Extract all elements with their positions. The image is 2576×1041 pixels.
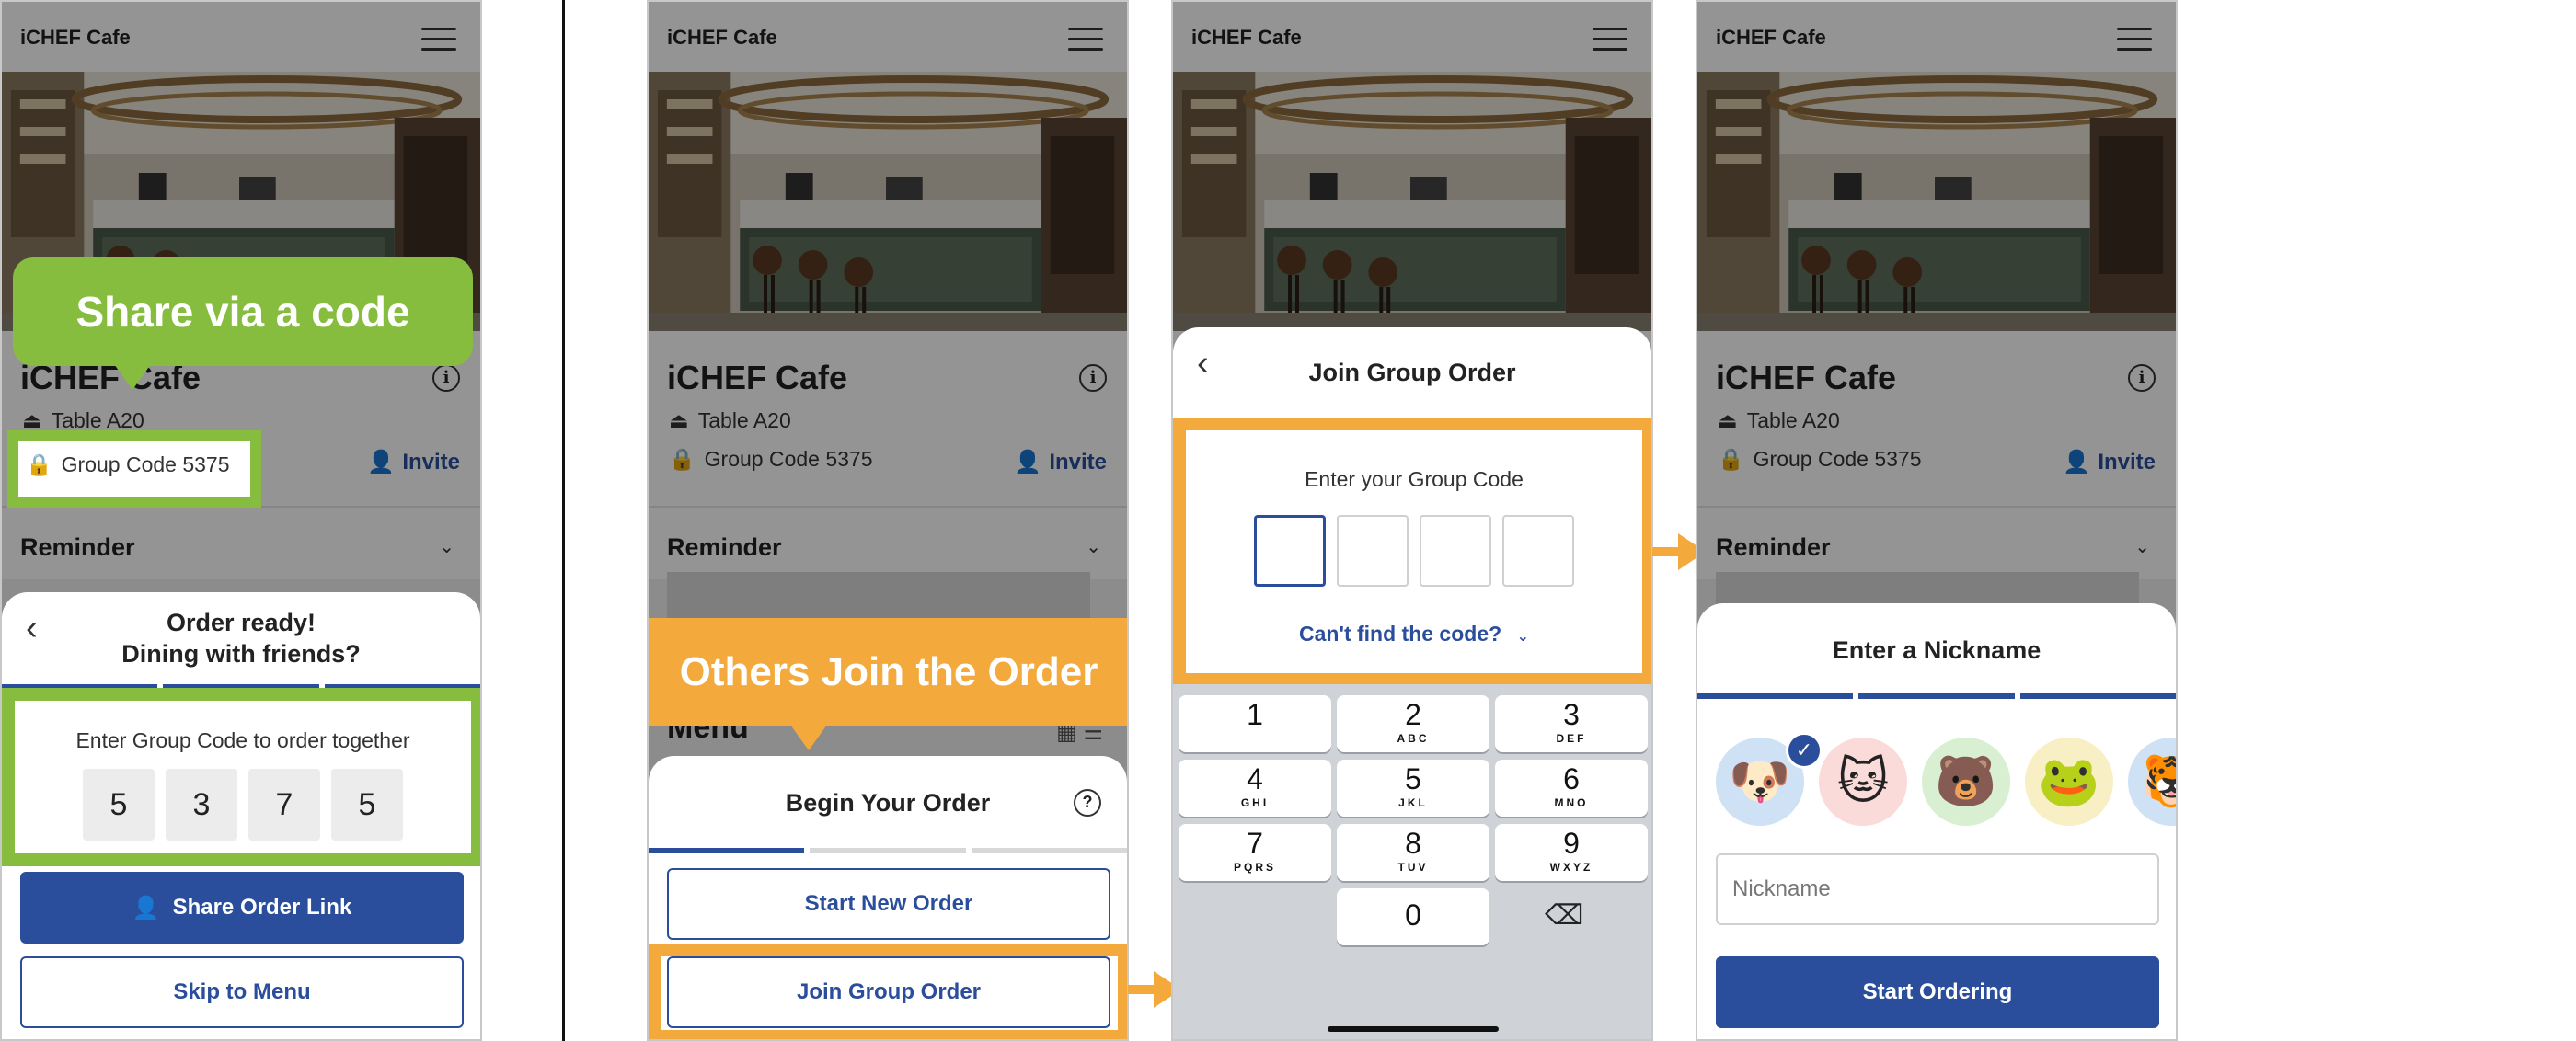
code-entry-highlight: Enter your Group Code Can't find the cod…	[1173, 418, 1651, 686]
screen-share-code: iCHEF Cafe iCHEF Cafe i ⏏ Table A20 👤 In…	[0, 0, 482, 1041]
avatar-frog[interactable]: 🐸	[2025, 738, 2113, 826]
group-code-row: 🔒 Group Code 5375	[26, 452, 230, 477]
key-3[interactable]: 3 DEF	[1495, 695, 1648, 752]
sheet-title-line1: Order ready!	[166, 609, 316, 636]
cant-find-label: Can't find the code?	[1299, 622, 1502, 646]
key-9[interactable]: 9 WXYZ	[1495, 824, 1648, 881]
avatar-bear[interactable]: 🐻	[1922, 738, 2010, 826]
key-8[interactable]: 8 TUV	[1337, 824, 1489, 881]
cant-find-code-link[interactable]: Can't find the code? ⌄	[1186, 622, 1642, 646]
numeric-keypad: 1 2 ABC 3 DEF 4 GHI 5 JKL 6 MNO 7 PQRS 8 TUV 9W…	[1173, 684, 1651, 1039]
add-person-icon: 👤	[132, 895, 160, 921]
key-2[interactable]: 2 ABC	[1337, 695, 1489, 752]
code-prompt: Enter your Group Code	[1305, 467, 1524, 491]
others-join-callout: Others Join the Order	[649, 618, 1127, 726]
code-digit: 5	[331, 769, 403, 841]
key-5[interactable]: 5 JKL	[1337, 760, 1489, 817]
nickname-input[interactable]	[1716, 853, 2159, 925]
lock-icon: 🔒	[26, 452, 52, 476]
start-new-order-button[interactable]: Start New Order	[667, 868, 1110, 940]
step-progress	[1697, 693, 2176, 699]
share-order-link-label: Share Order Link	[172, 895, 352, 920]
callout-tail	[790, 725, 827, 750]
code-input-slot[interactable]	[1502, 515, 1574, 587]
check-icon: ✓	[1786, 732, 1823, 769]
code-digit: 3	[166, 769, 237, 841]
screen-enter-nickname: iCHEF Cafe iCHEF Cafe i ⏏ Table A20 🔒 Gr…	[1696, 0, 2178, 1041]
code-input-slot[interactable]	[1420, 515, 1491, 587]
key-6[interactable]: 6 MNO	[1495, 760, 1648, 817]
avatar-cat[interactable]: 🐱	[1819, 738, 1907, 826]
code-input-slot[interactable]	[1337, 515, 1409, 587]
key-4[interactable]: 4 GHI	[1179, 760, 1331, 817]
sheet-title-line2: Dining with friends?	[121, 640, 361, 668]
code-input-slot[interactable]	[1254, 515, 1326, 587]
home-indicator	[1328, 1026, 1499, 1032]
start-ordering-button[interactable]: Start Ordering	[1716, 956, 2159, 1028]
skip-to-menu-button[interactable]: Skip to Menu	[20, 956, 464, 1028]
code-prompt: Enter Group Code to order together	[75, 728, 410, 752]
section-divider	[562, 0, 565, 1041]
sheet-title: Join Group Order	[1308, 359, 1516, 386]
help-icon[interactable]: ?	[1074, 789, 1101, 817]
share-via-code-callout: Share via a code	[13, 257, 473, 366]
step-progress	[649, 848, 1127, 853]
share-order-link-button[interactable]: 👤 Share Order Link	[20, 872, 464, 944]
sheet-title: Begin Your Order	[785, 789, 991, 817]
key-1[interactable]: 1	[1179, 695, 1331, 752]
sheet-title: Enter a Nickname	[1832, 636, 2041, 664]
callout-tail	[114, 364, 151, 390]
chevron-down-icon: ⌄	[1516, 629, 1529, 645]
join-group-order-button[interactable]: Join Group Order	[667, 956, 1110, 1028]
key-7[interactable]: 7 PQRS	[1179, 824, 1331, 881]
group-code-label: Group Code 5375	[61, 452, 230, 476]
code-display-highlight: Enter Group Code to order together 5 3 7…	[2, 688, 480, 866]
key-0[interactable]: 0	[1337, 888, 1489, 945]
code-digit: 5	[83, 769, 155, 841]
screen-join-group-order: iCHEF Cafe ‹ Join Group Order Enter your…	[1171, 0, 1653, 1041]
screen-begin-order: iCHEF Cafe iCHEF Cafe i ⏏ Table A20 🔒 Gr…	[647, 0, 1129, 1041]
backspace-icon[interactable]: ⌫	[1545, 899, 1583, 932]
group-code-highlight: 🔒 Group Code 5375	[7, 430, 261, 508]
code-digit: 7	[248, 769, 320, 841]
